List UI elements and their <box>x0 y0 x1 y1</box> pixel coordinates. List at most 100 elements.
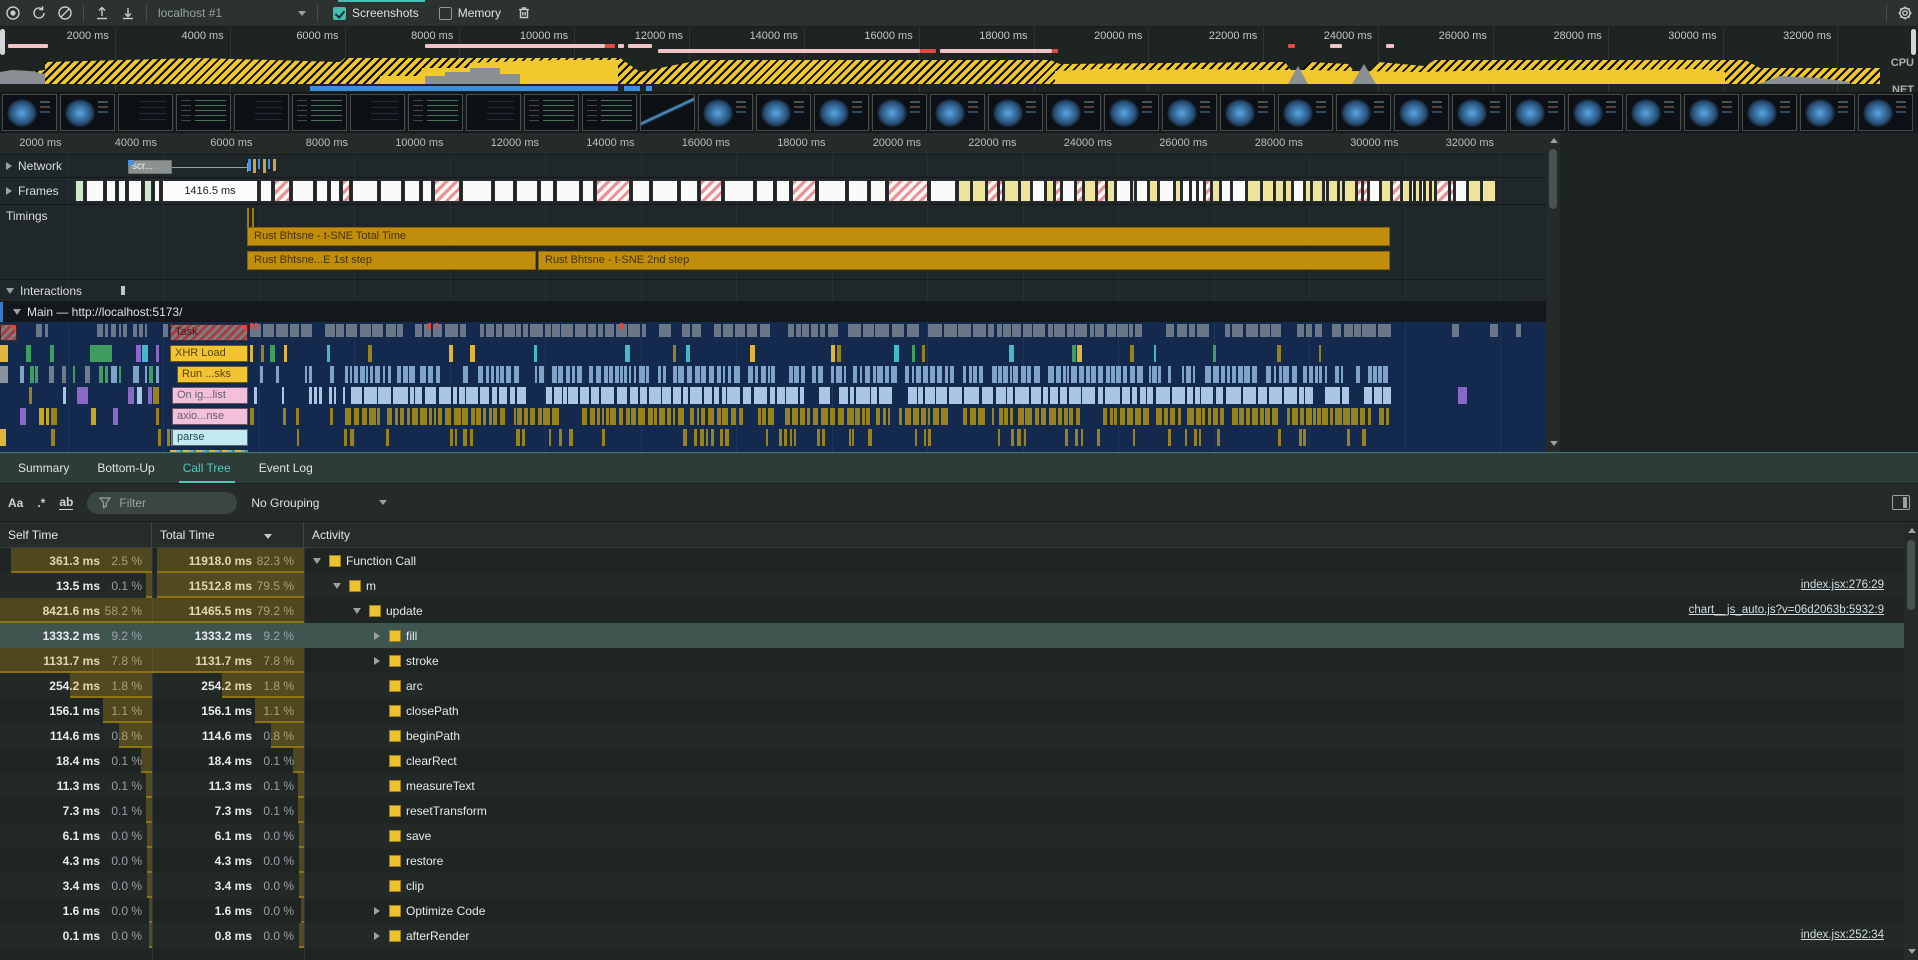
frame-bar[interactable] <box>1328 180 1338 202</box>
main-thread-header[interactable]: Main — http://localhost:5173/ <box>0 302 1560 322</box>
frame-bar[interactable] <box>540 180 554 202</box>
frame-bar[interactable] <box>870 180 886 202</box>
frame-bar[interactable] <box>154 180 160 202</box>
network-track[interactable]: Network scr... <box>0 155 1560 178</box>
screenshot-thumbnail[interactable] <box>1046 94 1101 131</box>
expand-icon[interactable] <box>6 162 12 170</box>
record-button[interactable] <box>0 1 26 25</box>
frame-bar[interactable] <box>1076 180 1083 202</box>
network-request-bar[interactable] <box>268 159 270 169</box>
frame-bar[interactable] <box>1212 180 1220 202</box>
frame-bar[interactable] <box>106 180 116 202</box>
scroll-up-icon[interactable] <box>1908 528 1916 533</box>
frame-bar[interactable] <box>494 180 514 202</box>
collapse-icon[interactable] <box>13 309 21 315</box>
flame-event-xhr-load[interactable]: XHR Load <box>170 345 248 362</box>
frame-bar[interactable] <box>888 180 928 202</box>
scrollbar-thumb[interactable] <box>1549 149 1557 209</box>
frame-bar[interactable] <box>1285 180 1293 202</box>
main-thread-flamechart[interactable]: TaskXHR LoadRun ...sksOn ig...listaxio..… <box>0 322 1560 452</box>
frame-bar[interactable] <box>1262 180 1273 202</box>
frame-bar[interactable] <box>1175 180 1181 202</box>
table-row[interactable]: 6.1 ms0.0 %6.1 ms0.0 %save <box>0 823 1904 848</box>
frame-bar[interactable] <box>128 180 142 202</box>
tab-call-tree[interactable]: Call Tree <box>169 453 245 483</box>
frame-bar[interactable] <box>987 180 999 202</box>
frame-bar[interactable] <box>75 180 84 202</box>
frame-bar[interactable] <box>1004 180 1019 202</box>
frame-bar[interactable] <box>1425 180 1430 202</box>
expanded-icon[interactable] <box>313 558 321 564</box>
screenshot-thumbnail[interactable] <box>2 94 57 131</box>
table-row[interactable]: 1131.7 ms7.8 %1131.7 ms7.8 %stroke <box>0 648 1904 673</box>
screenshot-thumbnail[interactable] <box>350 94 405 131</box>
collapsed-icon[interactable] <box>374 907 380 915</box>
frame-bar[interactable] <box>1084 180 1096 202</box>
frame-bar[interactable] <box>848 180 868 202</box>
interaction-marker[interactable] <box>121 286 125 295</box>
frame-bar[interactable] <box>582 180 594 202</box>
frame-bar[interactable] <box>958 180 971 202</box>
screenshots-checkbox[interactable]: Screenshots <box>333 6 419 20</box>
frame-bar[interactable] <box>818 180 846 202</box>
screenshot-thumbnail[interactable] <box>1684 94 1739 131</box>
frame-bar[interactable] <box>1182 180 1189 202</box>
table-row[interactable]: 254.2 ms1.8 %254.2 ms1.8 %arc <box>0 673 1904 698</box>
expanded-icon[interactable] <box>353 608 361 614</box>
table-row[interactable]: 1333.2 ms9.2 %1333.2 ms9.2 %fill <box>0 623 1904 648</box>
table-row[interactable]: 1.6 ms0.0 %1.6 ms0.0 %Optimize Code <box>0 898 1904 923</box>
tracks-scrollbar[interactable] <box>1546 133 1560 452</box>
frame-bar[interactable] <box>1312 180 1323 202</box>
clear-button[interactable] <box>52 1 78 25</box>
flame-event-axio---nse[interactable]: axio...nse <box>172 408 248 425</box>
frame-bar[interactable] <box>1247 180 1262 202</box>
frame-bar[interactable] <box>700 180 722 202</box>
frame-bar[interactable] <box>342 180 350 202</box>
screenshot-thumbnail[interactable] <box>1162 94 1217 131</box>
grouping-select[interactable]: No Grouping <box>251 496 387 510</box>
timings-track[interactable]: Timings Rust Bhtsne - t-SNE Total TimeRu… <box>0 205 1560 280</box>
collapse-icon[interactable] <box>6 288 14 294</box>
screenshot-thumbnail[interactable] <box>408 94 463 131</box>
table-row[interactable]: 361.3 ms2.5 %11918.0 ms82.3 %Function Ca… <box>0 548 1904 573</box>
frame-bar[interactable] <box>1136 180 1147 202</box>
frame-bar[interactable] <box>680 180 698 202</box>
screenshot-thumbnail[interactable] <box>176 94 231 131</box>
collect-garbage-button[interactable] <box>511 1 537 25</box>
flame-event-parse[interactable]: parse <box>172 429 248 446</box>
screenshot-thumbnail[interactable] <box>814 94 869 131</box>
scrollbar-thumb[interactable] <box>1907 540 1915 610</box>
screenshot-thumbnail[interactable] <box>1220 94 1275 131</box>
scroll-up-icon[interactable] <box>1550 138 1558 143</box>
frame-bar[interactable] <box>724 180 754 202</box>
screenshot-thumbnail[interactable] <box>466 94 521 131</box>
frame-bar[interactable] <box>1468 180 1481 202</box>
table-row[interactable]: 18.4 ms0.1 %18.4 ms0.1 %clearRect <box>0 748 1904 773</box>
frame-duration-bar[interactable]: 1416.5 ms <box>162 180 258 202</box>
collapsed-icon[interactable] <box>374 632 380 640</box>
frame-bar[interactable] <box>652 180 678 202</box>
frame-bar[interactable] <box>1392 180 1401 202</box>
frame-bar[interactable] <box>1455 180 1467 202</box>
frame-bar[interactable] <box>1411 180 1414 202</box>
reload-and-record-button[interactable] <box>26 1 52 25</box>
show-details-panel-icon[interactable] <box>1892 495 1910 510</box>
frame-bar[interactable] <box>1363 180 1367 202</box>
frame-bar[interactable] <box>260 180 272 202</box>
overview-window-handle-right[interactable] <box>1911 29 1916 55</box>
capture-settings-gear-icon[interactable] <box>1892 1 1918 25</box>
screenshot-thumbnail[interactable] <box>1104 94 1159 131</box>
screenshot-thumbnail[interactable] <box>118 94 173 131</box>
flame-event-run----sks[interactable]: Run ...sks <box>177 366 248 383</box>
save-profile-button[interactable] <box>115 1 141 25</box>
screenshot-thumbnail[interactable] <box>292 94 347 131</box>
frame-bar[interactable] <box>1344 180 1356 202</box>
screenshot-thumbnail[interactable] <box>1394 94 1449 131</box>
frame-bar[interactable] <box>1205 180 1211 202</box>
screenshot-thumbnail[interactable] <box>756 94 811 131</box>
column-header-self-time[interactable]: Self Time <box>0 522 152 548</box>
match-whole-word-toggle[interactable]: ab <box>59 495 73 510</box>
frame-bar[interactable] <box>1415 180 1419 202</box>
history-select[interactable]: localhost #1 <box>152 6 312 20</box>
flame-event-on-ig---list[interactable]: On ig...list <box>172 387 248 404</box>
